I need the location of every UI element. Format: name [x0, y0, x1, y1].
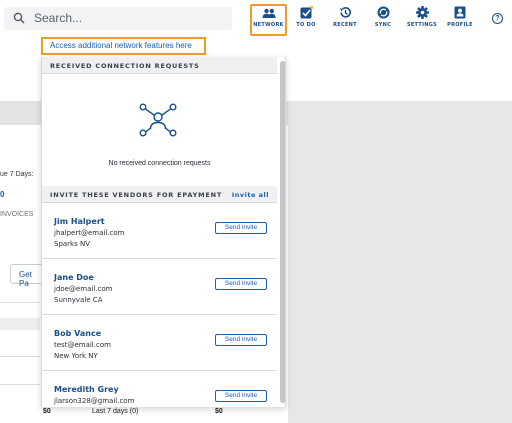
nav-recent[interactable]: RECENT	[330, 4, 360, 36]
nav-label: SYNC	[374, 22, 392, 28]
todo-check-icon	[300, 6, 313, 19]
background-panel	[288, 101, 512, 423]
nav-label: TO DO	[296, 22, 316, 28]
get-paid-button[interactable]: Get Pa	[10, 264, 44, 288]
vendor-location: New York NY	[54, 352, 98, 360]
network-features-link[interactable]: Access additional network features here	[41, 37, 206, 55]
nav-todo[interactable]: TO DO	[292, 4, 320, 36]
nav-label: PROFILE	[447, 22, 473, 28]
empty-state-text: No received connection requests	[108, 160, 211, 167]
people-icon	[262, 8, 276, 18]
vendor-name: Bob Vance	[54, 329, 102, 338]
vendor-row: Jane Doe jdoe@email.com Sunnyvale CA Sen…	[42, 259, 277, 315]
vendor-row: Meredith Grey jlarson328@gmail.com Send …	[42, 371, 277, 407]
divider	[0, 384, 40, 385]
vendor-location: Sparks NV	[54, 240, 91, 248]
vendor-name: Meredith Grey	[54, 385, 119, 394]
scrollbar-thumb[interactable]	[280, 61, 285, 403]
vendor-location: Sunnyvale CA	[54, 296, 103, 304]
divider	[0, 302, 40, 303]
help-icon[interactable]: ?	[492, 13, 503, 24]
network-dropdown: RECEIVED CONNECTION REQUESTS No received…	[41, 57, 286, 407]
nav-label: RECENT	[333, 22, 357, 28]
bottom-right-value: $0	[215, 408, 223, 415]
divider	[0, 356, 40, 357]
gear-icon	[415, 6, 429, 19]
send-invite-button[interactable]: Send invite	[215, 334, 267, 346]
nav-network[interactable]: NETWORK	[250, 4, 287, 36]
vendor-email: jhalpert@email.com	[54, 229, 125, 237]
background-row	[0, 318, 40, 330]
nav-settings[interactable]: SETTINGS	[405, 4, 439, 36]
app-window: ue 7 Days: 0 INVOICES Get Pa $0 Last 7 d…	[0, 0, 512, 423]
send-invite-button[interactable]: Send invite	[215, 278, 267, 290]
vendor-row: Jim Halpert jhalpert@email.com Sparks NV…	[42, 203, 277, 259]
invite-all-link[interactable]: Invite all	[232, 191, 269, 199]
nav-sync[interactable]: SYNC	[370, 4, 396, 36]
vendor-row: Bob Vance test@email.com New York NY Sen…	[42, 315, 277, 371]
invoices-label: INVOICES	[0, 211, 34, 218]
top-bar: Search... NETWORK TO DO RECENT SYNC SETT…	[0, 0, 512, 36]
profile-card-icon	[454, 6, 466, 19]
due-value[interactable]: 0	[0, 190, 4, 199]
search-input[interactable]: Search...	[4, 7, 232, 30]
vendor-email: test@email.com	[54, 341, 111, 349]
search-placeholder: Search...	[34, 11, 83, 25]
nav-label: NETWORK	[253, 22, 284, 28]
invite-vendors-header: INVITE THESE VENDORS FOR EPAYMENT Invite…	[42, 186, 277, 203]
bottom-left-value: $0	[43, 408, 51, 415]
history-icon	[339, 7, 351, 18]
search-icon	[13, 12, 25, 24]
send-invite-button[interactable]: Send invite	[215, 222, 267, 234]
vendor-name: Jim Halpert	[54, 217, 105, 226]
network-people-icon	[139, 103, 177, 137]
last-7-days-label: Last 7 days (0)	[92, 408, 139, 415]
invite-vendors-title: INVITE THESE VENDORS FOR EPAYMENT	[50, 191, 223, 199]
send-invite-button[interactable]: Send invite	[215, 390, 267, 402]
sync-icon	[377, 6, 389, 19]
vendor-email: jdoe@email.com	[54, 285, 113, 293]
vendor-name: Jane Doe	[54, 273, 94, 282]
received-requests-header: RECEIVED CONNECTION REQUESTS	[42, 57, 277, 74]
nav-profile[interactable]: PROFILE	[445, 4, 475, 36]
nav-label: SETTINGS	[406, 22, 438, 28]
due-label: ue 7 Days:	[0, 171, 34, 178]
vendor-email: jlarson328@gmail.com	[54, 397, 135, 405]
